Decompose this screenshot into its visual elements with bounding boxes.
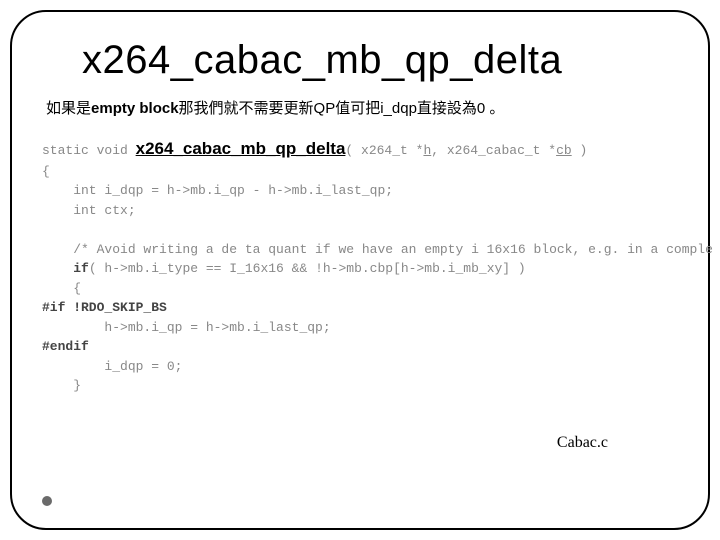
- code-param-cb: cb: [556, 143, 572, 158]
- slide-frame: x264_cabac_mb_qp_delta 如果是empty block那我們…: [10, 10, 710, 530]
- code-kw-if: if: [73, 261, 89, 276]
- code-l7c: ( h->mb.i_type == I_16x16 && !h->mb.cbp[…: [89, 261, 526, 276]
- code-l3: int i_dqp = h->mb.i_qp - h->mb.i_last_qp…: [42, 183, 393, 198]
- code-preproc-if: #if !RDO_SKIP_BS: [42, 300, 167, 315]
- code-l7a: [42, 261, 73, 276]
- code-l1b: ( x264_t *: [345, 143, 423, 158]
- code-l2: {: [42, 164, 50, 179]
- code-l12: i_dqp = 0;: [42, 359, 182, 374]
- desc-suffix: 那我們就不需要更新QP值可把i_dqp直接設為0 。: [179, 100, 505, 117]
- code-comment: /* Avoid writing a de ta quant if we hav…: [42, 242, 713, 257]
- bullet-icon: [42, 496, 52, 506]
- code-l10: h->mb.i_qp = h->mb.i_last_qp;: [42, 320, 331, 335]
- source-file-label: Cabac.c: [557, 434, 608, 452]
- desc-prefix: 如果是: [46, 100, 91, 117]
- code-block: static void x264_cabac_mb_qp_delta( x264…: [42, 136, 678, 396]
- slide-title: x264_cabac_mb_qp_delta: [82, 38, 678, 83]
- code-kw-static: static void: [42, 143, 136, 158]
- code-preproc-endif: #endif: [42, 339, 89, 354]
- code-l13: }: [42, 378, 81, 393]
- code-l1d: , x264_cabac_t *: [431, 143, 556, 158]
- desc-bold: empty block: [91, 100, 179, 117]
- code-l4: int ctx;: [42, 203, 136, 218]
- code-l8: {: [42, 281, 81, 296]
- code-l1f: ): [572, 143, 588, 158]
- code-function-name: x264_cabac_mb_qp_delta: [136, 139, 346, 158]
- description-line: 如果是empty block那我們就不需要更新QP值可把i_dqp直接設為0 。: [46, 97, 678, 118]
